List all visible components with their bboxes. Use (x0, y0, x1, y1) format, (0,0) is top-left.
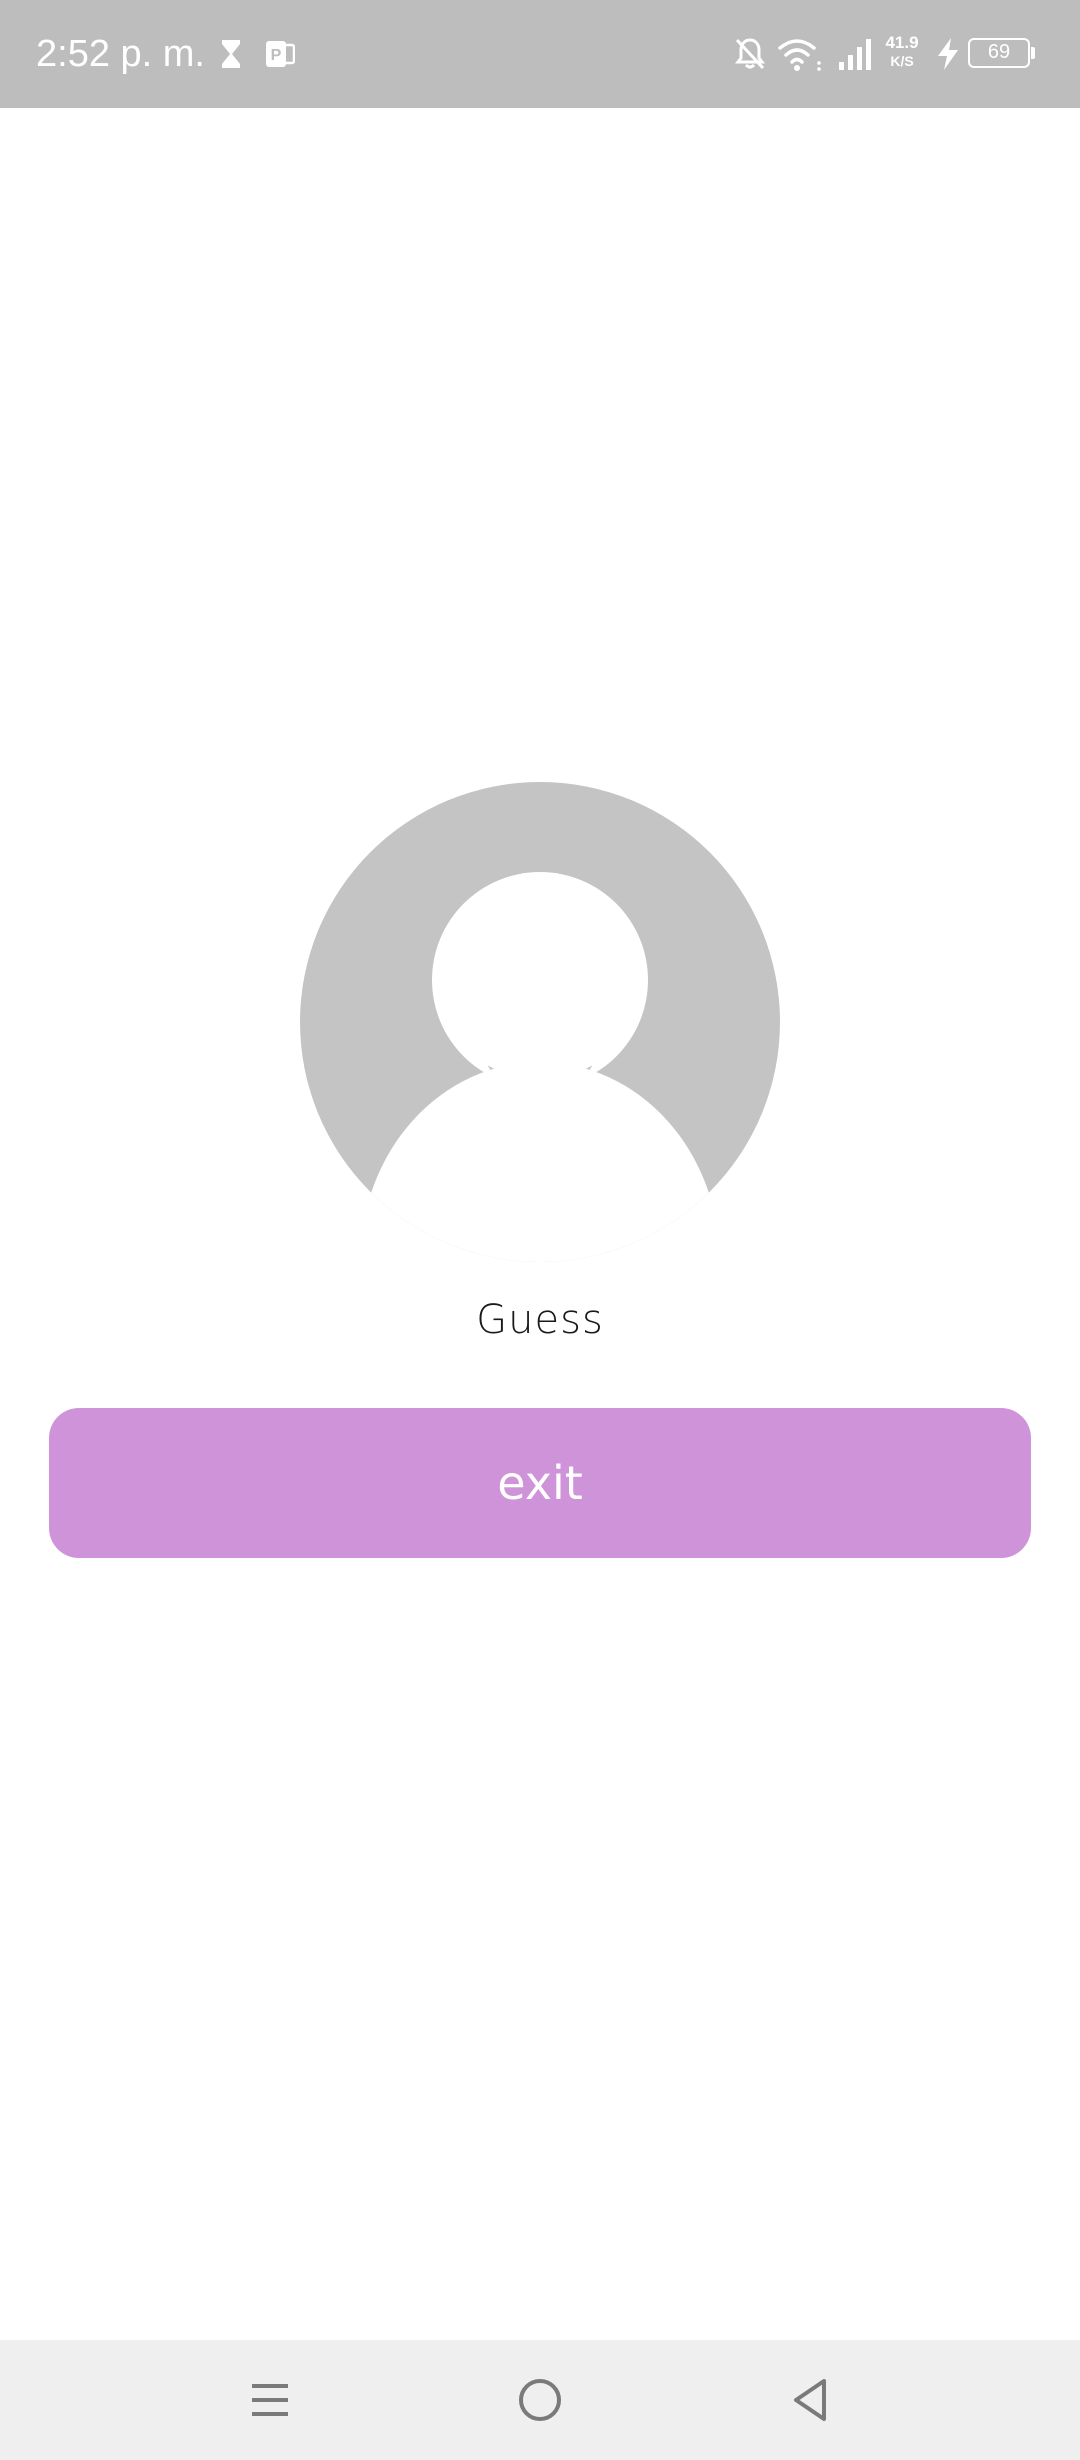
battery-tip (1031, 47, 1035, 59)
home-icon[interactable] (500, 2360, 580, 2440)
p-notification-icon: P (264, 30, 296, 78)
exit-button[interactable]: exit (49, 1408, 1031, 1558)
charging-icon (934, 30, 962, 78)
status-bar: 2:52 p. m. P 41.9 K/S 69 (0, 0, 1080, 108)
status-time: 2:52 p. m. (36, 33, 205, 75)
wifi-icon (776, 30, 824, 78)
net-speed: 41.9 K/S (880, 34, 924, 70)
username: Guess (476, 1297, 604, 1343)
default-avatar-icon (300, 782, 780, 1262)
battery-icon: 69 (968, 38, 1030, 68)
menu-icon[interactable] (230, 2360, 310, 2440)
screen: 2:52 p. m. P 41.9 K/S 69 Guess exit (0, 0, 1080, 2460)
back-icon[interactable] (770, 2360, 850, 2440)
nav-bar (0, 2340, 1080, 2460)
hourglass-icon (218, 30, 244, 78)
signal-icon (836, 30, 874, 78)
net-speed-unit: K/S (890, 53, 914, 69)
bell-off-icon (730, 30, 770, 78)
svg-text:P: P (271, 47, 282, 64)
net-speed-value: 41.9 (885, 33, 919, 52)
